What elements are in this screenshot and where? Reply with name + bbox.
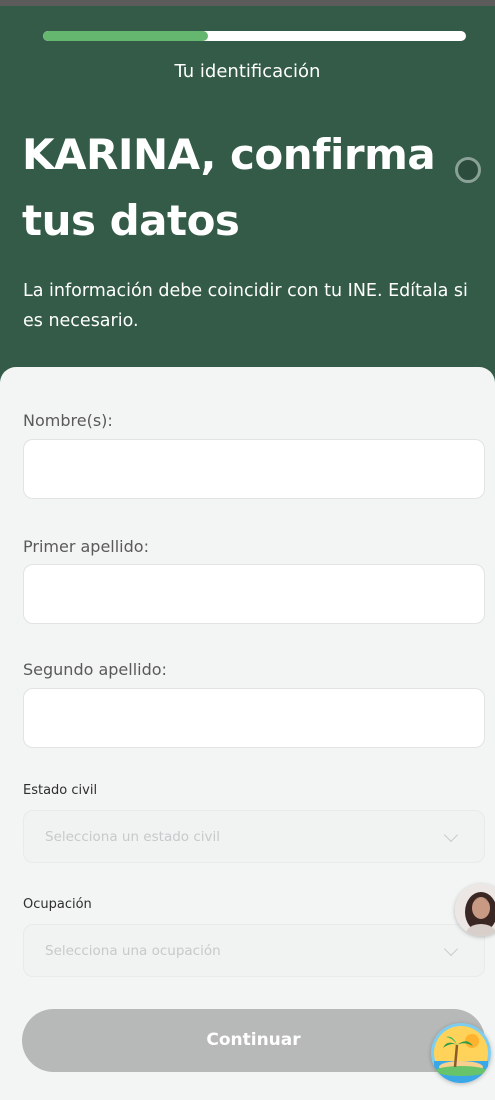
beach-island-icon[interactable] <box>431 1023 491 1083</box>
page-subtitle: La información debe coincidir con tu INE… <box>23 281 468 331</box>
primer-apellido-label: Primer apellido: <box>23 537 149 556</box>
nombre-label: Nombre(s): <box>23 411 113 430</box>
progress-fill <box>43 31 208 41</box>
estado-civil-select[interactable]: Selecciona un estado civil <box>23 810 485 863</box>
status-dot-icon <box>455 157 481 183</box>
page-title: KARINA, confirma tus datos <box>22 130 436 245</box>
estado-civil-placeholder: Selecciona un estado civil <box>45 829 220 845</box>
nombre-input[interactable] <box>23 439 485 499</box>
primer-apellido-input[interactable] <box>23 564 485 624</box>
ocupacion-placeholder: Selecciona una ocupación <box>45 943 221 959</box>
progress-bar <box>43 31 466 41</box>
segundo-apellido-input[interactable] <box>23 688 485 748</box>
continue-button[interactable]: Continuar <box>22 1009 485 1072</box>
identity-confirmation-screen: Tu identificación KARINA, confirma tus d… <box>0 0 495 1100</box>
top-strip <box>0 0 495 6</box>
chevron-down-icon <box>443 941 459 957</box>
estado-civil-label: Estado civil <box>23 783 98 798</box>
segundo-apellido-label: Segundo apellido: <box>23 660 167 679</box>
ocupacion-select[interactable]: Selecciona una ocupación <box>23 924 485 977</box>
step-title: Tu identificación <box>174 61 321 82</box>
ocupacion-label: Ocupación <box>23 897 92 912</box>
chevron-down-icon <box>443 827 459 843</box>
